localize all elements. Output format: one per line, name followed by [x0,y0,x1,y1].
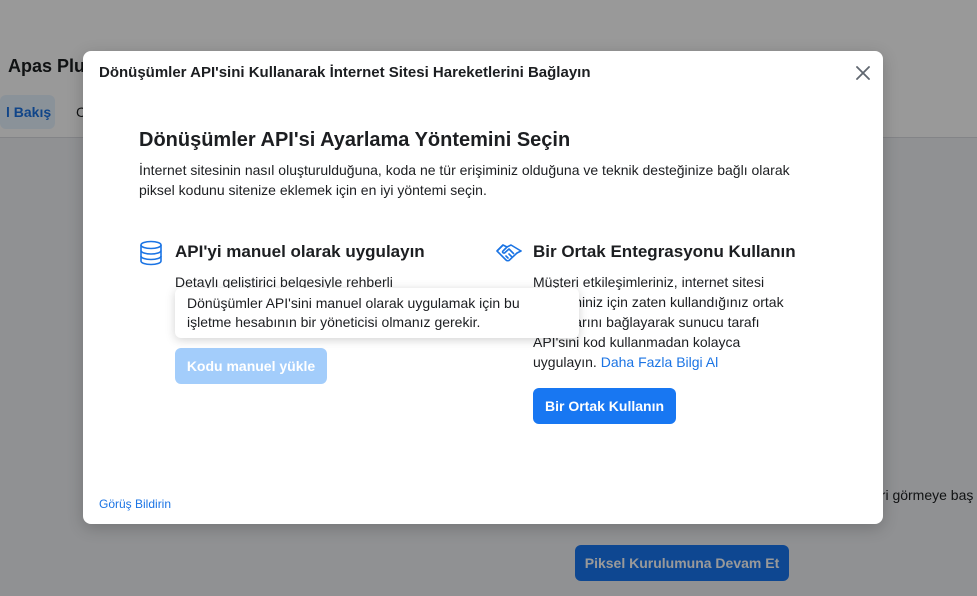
close-icon [856,66,870,80]
manual-option-title: API'yi manuel olarak uygulayın [175,242,425,261]
handshake-icon [496,244,522,262]
modal-title: Dönüşümler API'sini Kullanarak İnternet … [99,64,591,81]
database-icon [140,240,162,266]
close-button[interactable] [851,61,875,85]
manual-upload-button[interactable]: Kodu manuel yükle [175,348,327,384]
use-partner-button[interactable]: Bir Ortak Kullanın [533,388,676,424]
feedback-link[interactable]: Görüş Bildirin [99,497,171,511]
learn-more-link[interactable]: Daha Fazla Bilgi Al [601,354,719,370]
section-description: İnternet sitesinin nasıl oluşturulduğuna… [139,162,790,198]
section-title: Dönüşümler API'si Ayarlama Yöntemini Seç… [139,129,571,151]
partner-option-title: Bir Ortak Entegrasyonu Kullanın [533,242,796,261]
permission-tooltip: Dönüşümler API'sini manuel olarak uygula… [175,288,579,338]
